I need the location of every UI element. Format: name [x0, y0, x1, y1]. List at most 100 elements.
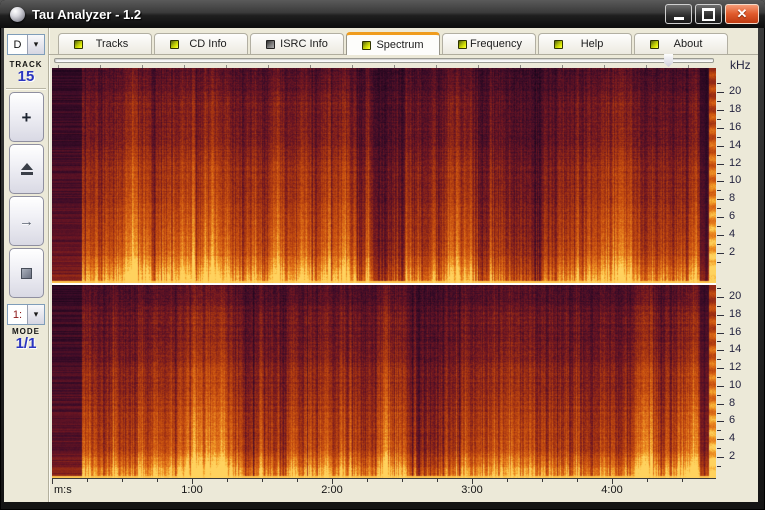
plus-button[interactable]: + — [9, 92, 44, 142]
spectrogram-right-channel — [52, 285, 716, 478]
stop-button[interactable] — [9, 248, 44, 298]
status-led-icon — [554, 40, 563, 49]
time-minor-tick — [542, 479, 543, 482]
status-led-icon — [266, 40, 275, 49]
freq-tick-label: 20 — [729, 85, 753, 97]
slider-tick — [436, 65, 437, 68]
next-arrow-icon: → — [19, 214, 34, 229]
freq-major-tick — [717, 217, 724, 218]
titlebar: Tau Analyzer - 1.2 ✕ — [0, 0, 765, 28]
tab-tracks[interactable]: Tracks — [58, 33, 152, 54]
freq-minor-tick — [717, 244, 721, 245]
window-title: Tau Analyzer - 1.2 — [32, 7, 662, 22]
tab-label: About — [659, 38, 727, 50]
tab-cd-info[interactable]: CD Info — [154, 33, 248, 54]
time-minor-tick — [647, 479, 648, 482]
next-track-button[interactable]: → — [9, 196, 44, 246]
app-sphere-icon — [10, 7, 25, 22]
freq-tick-label: 8 — [729, 397, 753, 409]
freq-minor-tick — [717, 430, 721, 431]
freq-tick-label: 6 — [729, 414, 753, 426]
freq-minor-tick — [717, 226, 721, 227]
freq-major-tick — [717, 92, 724, 93]
slider-tick — [688, 65, 689, 68]
freq-major-tick — [717, 253, 724, 254]
content-area: D ▾ TRACK 15 + → 1: ▾ MODE — [4, 28, 758, 502]
maximize-button[interactable] — [695, 4, 722, 24]
freq-tick-label: 6 — [729, 210, 753, 222]
freq-tick-label: 14 — [729, 343, 753, 355]
slider-tick — [646, 65, 647, 68]
time-axis-unit: m:s — [54, 484, 72, 496]
tab-label: Frequency — [467, 38, 535, 50]
freq-major-tick — [717, 457, 724, 458]
freq-minor-tick — [717, 101, 721, 102]
close-button[interactable]: ✕ — [725, 4, 759, 24]
freq-major-tick — [717, 350, 724, 351]
chevron-down-icon[interactable]: ▾ — [27, 305, 44, 324]
mode-select[interactable]: 1: ▾ — [7, 304, 45, 325]
freq-tick-label: 2 — [729, 450, 753, 462]
time-major-tick — [52, 479, 53, 484]
slider-tick — [352, 65, 353, 68]
slider-tick — [142, 65, 143, 68]
time-minor-tick — [262, 479, 263, 482]
status-led-icon — [170, 40, 179, 49]
chevron-down-icon[interactable]: ▾ — [27, 35, 44, 54]
sidebar: D ▾ TRACK 15 + → 1: ▾ MODE — [4, 28, 49, 502]
eject-icon — [21, 163, 33, 170]
drive-select-value: D — [8, 35, 27, 54]
freq-minor-tick — [717, 306, 721, 307]
freq-tick-label: 4 — [729, 228, 753, 240]
spectrum-main-area: Tracks CD InfoISRC InfoSpectrum FrequencyH… — [48, 28, 758, 502]
slider-tick — [100, 65, 101, 68]
slider-tick — [562, 65, 563, 68]
tab-label: CD Info — [179, 38, 247, 50]
slider-tick — [58, 65, 59, 68]
freq-minor-tick — [717, 324, 721, 325]
freq-major-tick — [717, 164, 724, 165]
status-led-icon — [362, 41, 371, 50]
freq-tick-label: 10 — [729, 379, 753, 391]
tab-about[interactable]: About — [634, 33, 728, 54]
freq-minor-tick — [717, 155, 721, 156]
slider-thumb[interactable] — [664, 54, 673, 67]
freq-minor-tick — [717, 173, 721, 174]
time-minor-tick — [227, 479, 228, 482]
freq-major-tick — [717, 421, 724, 422]
freq-minor-tick — [717, 377, 721, 378]
tab-label: Tracks — [83, 38, 151, 50]
freq-tick-label: 4 — [729, 432, 753, 444]
freq-major-tick — [717, 128, 724, 129]
status-led-icon — [458, 40, 467, 49]
time-minor-tick — [367, 479, 368, 482]
freq-tick-label: 2 — [729, 246, 753, 258]
freq-major-tick — [717, 404, 724, 405]
time-minor-tick — [157, 479, 158, 482]
drive-select[interactable]: D ▾ — [7, 34, 45, 55]
minimize-button[interactable] — [665, 4, 692, 24]
tab-help[interactable]: Help — [538, 33, 632, 54]
tab-frequency[interactable]: Frequency — [442, 33, 536, 54]
freq-tick-label: 14 — [729, 139, 753, 151]
tab-isrc-info[interactable]: ISRC Info — [250, 33, 344, 54]
eject-button[interactable] — [9, 144, 44, 194]
tab-spectrum[interactable]: Spectrum — [346, 32, 440, 55]
freq-minor-tick — [717, 137, 721, 138]
freq-minor-tick — [717, 83, 721, 84]
freq-minor-tick — [717, 413, 721, 414]
slider-tick — [520, 65, 521, 68]
freq-major-tick — [717, 235, 724, 236]
slider-tick — [604, 65, 605, 68]
mode-select-value: 1: — [8, 305, 27, 324]
freq-major-tick — [717, 315, 724, 316]
freq-minor-tick — [717, 395, 721, 396]
slider-tick — [478, 65, 479, 68]
slider-tick — [268, 65, 269, 68]
time-minor-tick — [682, 479, 683, 482]
time-minor-tick — [437, 479, 438, 482]
freq-minor-tick — [717, 288, 721, 289]
freq-major-tick — [717, 146, 724, 147]
freq-tick-label: 10 — [729, 174, 753, 186]
position-slider[interactable] — [54, 58, 714, 63]
